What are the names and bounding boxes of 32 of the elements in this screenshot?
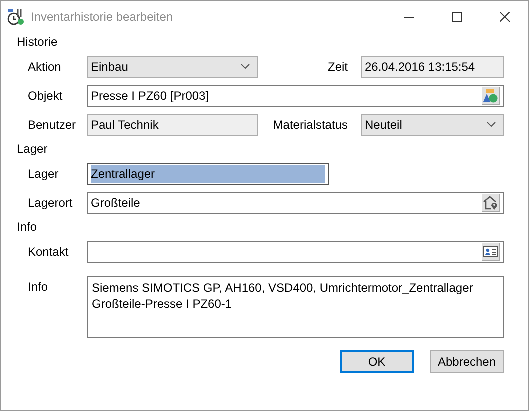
caret-icon	[487, 122, 496, 127]
section-heading: Lager	[17, 141, 49, 158]
input-field[interactable]: Zentrallager	[87, 162, 329, 184]
field-label: Kontakt	[27, 244, 70, 258]
cancel-button[interactable]: Abbrechen	[430, 350, 504, 373]
caret-icon	[241, 64, 250, 69]
input-field[interactable]	[87, 240, 504, 262]
section-heading: Historie	[17, 34, 59, 51]
field-label: Zeit	[326, 60, 349, 74]
section-heading: Info	[17, 219, 38, 236]
dropdown[interactable]: Neuteil	[361, 114, 504, 136]
input-field[interactable]: Großteile	[87, 192, 504, 214]
window-title: Inventarhistorie bearbeiten	[31, 10, 174, 24]
readonly-field[interactable]: Paul Technik	[87, 114, 258, 136]
field-label: Lagerort	[27, 196, 74, 210]
field-label: Lager	[27, 166, 60, 180]
text-area[interactable]: Siemens SIMOTICS GP, AH160, VSD400, Umrichtermotor_Zentrallager Großteile-Presse I PZ60-1	[87, 276, 504, 338]
field-label: Benutzer	[27, 118, 78, 132]
readonly-field[interactable]: 26.04.2016 13:15:54	[361, 56, 504, 78]
field-label: Info	[27, 279, 50, 294]
field-label: Materialstatus	[272, 118, 349, 132]
field-label: Objekt	[27, 88, 64, 102]
shapes-icon[interactable]	[482, 86, 500, 104]
clock-tools-icon	[7, 8, 25, 26]
field-label: Aktion	[27, 60, 62, 74]
contact-card-icon[interactable]	[482, 242, 500, 260]
maximize-icon[interactable]	[452, 12, 462, 22]
dropdown[interactable]: Einbau	[87, 56, 258, 78]
house-pin-icon[interactable]	[482, 194, 500, 212]
input-field[interactable]: Presse I PZ60 [Pr003]	[87, 84, 504, 106]
close-icon[interactable]	[500, 12, 510, 22]
ok-button[interactable]: OK	[340, 350, 414, 373]
